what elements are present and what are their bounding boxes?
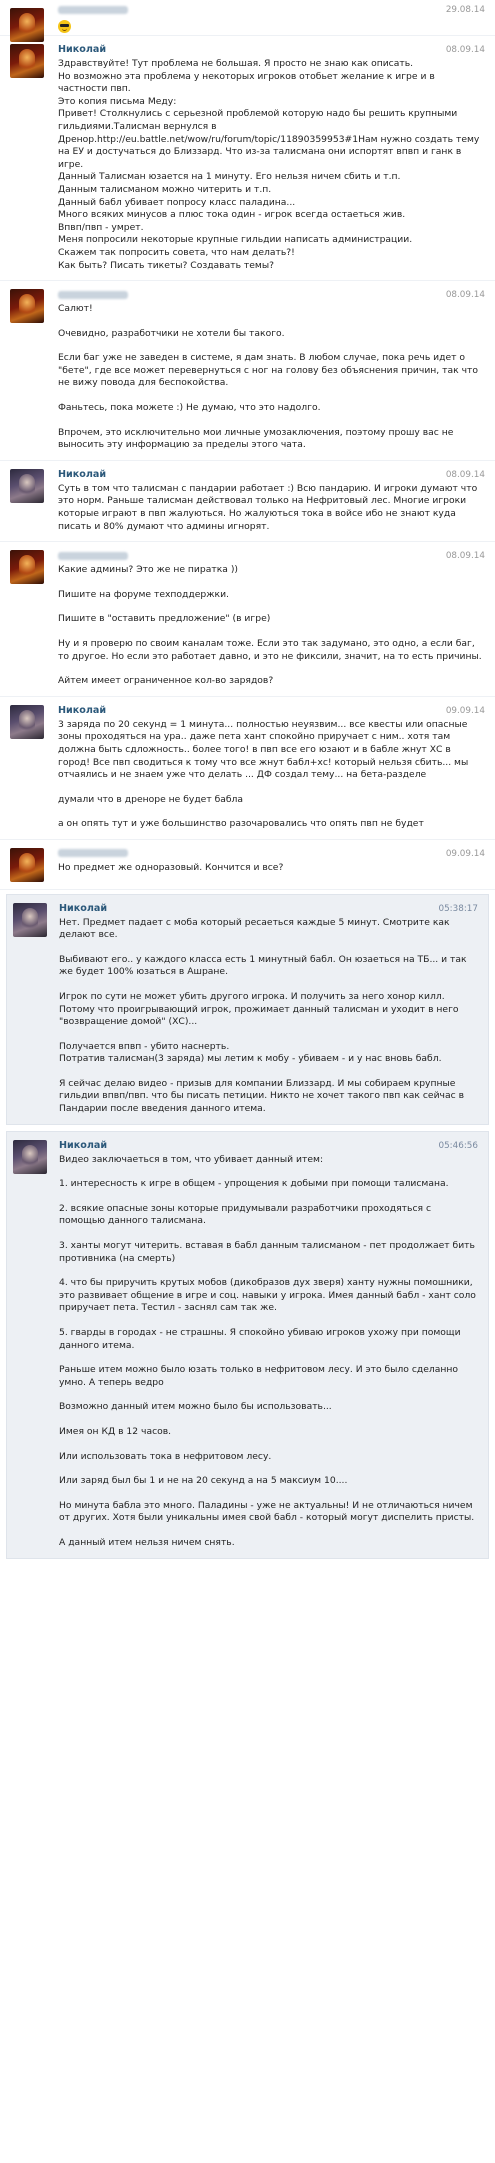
message-text: Я сейчас делаю видео - призыв для компан… — [59, 1077, 467, 1115]
message-header: Николай 05:38:17 — [59, 903, 478, 917]
message-text: Раньше итем можно было юзать только в не… — [59, 1364, 461, 1388]
author-name[interactable]: Николай — [59, 903, 107, 914]
message-header: Николай 08.09.14 — [58, 469, 485, 483]
message-text: Или использовать тока в нефритовом лесу. — [59, 1450, 272, 1462]
message-date: 09.09.14 — [445, 848, 485, 859]
message-text: 4. что бы приручить крутых мобов (дикобр… — [59, 1277, 479, 1314]
message-text: Фаньтесь, пока можете :) Не думаю, что э… — [58, 402, 321, 414]
sunglasses-emoji-icon — [58, 20, 71, 33]
message-text: Пишите на форуме техподдержки. — [58, 588, 229, 600]
author-name[interactable]: Николай — [58, 469, 106, 480]
author-name[interactable]: Николай — [58, 44, 106, 55]
message-text: Ну и я проверю по своим каналам тоже. Ес… — [58, 638, 482, 662]
message: 08.09.14 Какие админы? Это же не пиратка… — [0, 542, 495, 697]
message-header: Николай 05:46:56 — [59, 1140, 478, 1154]
message-text: Но минута бабла это много. Паладины - уж… — [59, 1499, 476, 1524]
message-text: Салют! — [58, 303, 93, 315]
author-name-redacted[interactable] — [58, 290, 128, 299]
message-header: 08.09.14 — [58, 289, 485, 303]
message-header: 09.09.14 — [58, 848, 485, 862]
message: Николай 08.09.14 Здравствуйте! Тут пробл… — [0, 36, 495, 282]
author-name[interactable]: Николай — [59, 1140, 107, 1151]
message-feed: 29.08.14 Николай 08.09.14 Здравствуйте! … — [0, 0, 495, 1559]
message-header: Николай 09.09.14 — [58, 705, 485, 719]
author-name[interactable]: Николай — [58, 705, 106, 716]
author-name-redacted[interactable] — [58, 551, 128, 560]
message-text: думали что в дреноре не будет бабла — [58, 793, 244, 805]
message-date: 08.09.14 — [445, 551, 485, 562]
message-time: 05:38:17 — [438, 903, 478, 914]
hunter-avatar[interactable] — [10, 704, 44, 739]
author-name-redacted[interactable] — [58, 849, 128, 858]
message-date: 08.09.14 — [445, 290, 485, 301]
message-text: Если баг уже не заведен в системе, я дам… — [58, 352, 481, 389]
message: 29.08.14 — [0, 0, 495, 42]
message-date: 08.09.14 — [445, 469, 485, 480]
message-unread: Николай 05:38:17 Нет. Предмет падает с м… — [6, 893, 489, 1125]
message-text: Нет. Предмет падает с моба который ресае… — [59, 916, 453, 941]
message-text: 3. ханты могут читерить. вставая в бабл … — [59, 1240, 478, 1264]
message-text: 5. гварды в городах - не страшны. Я спок… — [59, 1327, 464, 1351]
message: 09.09.14 Но предмет же одноразовый. Конч… — [0, 840, 495, 890]
paladin-avatar[interactable] — [10, 550, 44, 585]
paladin-avatar[interactable] — [10, 289, 44, 324]
message-text: Видео заключаеться в том, что убивает да… — [59, 1153, 324, 1165]
message-text: Здравствуйте! Тут проблема не большая. Я… — [58, 58, 480, 271]
message-date: 09.09.14 — [445, 705, 485, 716]
message: Николай 09.09.14 3 заряда по 20 секунд =… — [0, 697, 495, 840]
message-text: Имея он КД в 12 часов. — [59, 1425, 172, 1437]
message-text: Очевидно, разработчики не хотели бы тако… — [58, 327, 285, 339]
message-text: Получается впвп - убито наснерть. Потрат… — [59, 1040, 442, 1065]
message-text: 2. всякие опасные зоны которые придумыва… — [59, 1202, 434, 1227]
message-text: а он опять тут и уже большинство разочар… — [58, 818, 424, 830]
message-text: Какие админы? Это же не пиратка )) — [58, 564, 238, 576]
message-text: 1. интересность к игре в общем - упрощен… — [59, 1178, 449, 1190]
message-text: Но предмет же одноразовый. Кончится и вс… — [58, 861, 284, 873]
hunter-avatar[interactable] — [13, 902, 47, 937]
message-header: Николай 08.09.14 — [58, 44, 485, 58]
message-text: Или заряд был бы 1 и не на 20 секунд а н… — [59, 1475, 348, 1487]
message-text: Айтем имеет ограниченное кол-во зарядов? — [58, 675, 274, 687]
message-header: 29.08.14 — [58, 4, 485, 18]
message-text: Пишите в "оставить предложение" (в игре) — [58, 613, 271, 625]
message-text: Суть в том что талисман с пандарии работ… — [58, 482, 481, 532]
hunter-avatar[interactable] — [13, 1139, 47, 1174]
paladin-avatar[interactable] — [10, 44, 44, 78]
message-header: 08.09.14 — [58, 550, 485, 564]
hunter-avatar[interactable] — [10, 468, 44, 503]
author-name-redacted[interactable] — [58, 5, 128, 14]
message-unread: Николай 05:46:56 Видео заключаеться в то… — [6, 1130, 489, 1559]
message-text: А данный итем нельзя ничем снять. — [59, 1536, 235, 1548]
paladin-avatar[interactable] — [10, 847, 44, 882]
message: Николай 08.09.14 Суть в том что талисман… — [0, 461, 495, 543]
message-text: Впрочем, это исключительно мои личные ум… — [58, 426, 457, 451]
message: 08.09.14 Салют! Очевидно, разработчики н… — [0, 281, 495, 461]
message-text: Игрок по сути не может убить другого игр… — [59, 990, 462, 1028]
message-text: 3 заряда по 20 секунд = 1 минута... полн… — [58, 718, 472, 781]
message-date: 29.08.14 — [445, 5, 485, 15]
message-text: Выбивают его.. у каждого класса есть 1 м… — [59, 953, 470, 978]
message-time: 05:46:56 — [438, 1140, 478, 1151]
message-date: 08.09.14 — [445, 45, 485, 55]
message-text: Возможно данный итем можно было бы испол… — [59, 1401, 332, 1413]
